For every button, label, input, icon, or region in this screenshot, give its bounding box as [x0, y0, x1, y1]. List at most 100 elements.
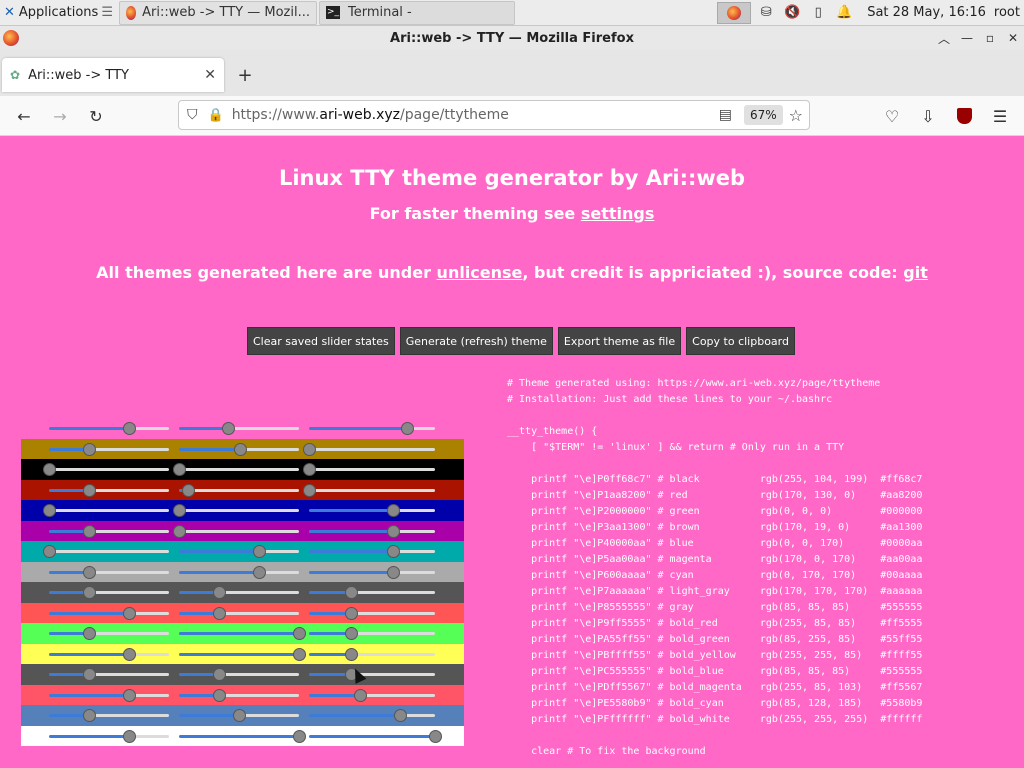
slider-knob-r[interactable] [123, 647, 136, 661]
slider-track-g[interactable] [179, 427, 299, 430]
slider-knob-b[interactable] [429, 729, 442, 743]
settings-link[interactable]: settings [581, 204, 655, 223]
slider-track-r[interactable] [49, 591, 169, 594]
slider-track-g[interactable] [179, 488, 299, 492]
taskbar-task-firefox[interactable]: Ari::web -> TTY — Mozil... [118, 0, 317, 25]
generate-theme-button[interactable]: Generate (refresh) theme [399, 327, 553, 355]
padlock-icon[interactable]: 🔒 [208, 108, 224, 123]
forward-arrow-icon[interactable]: → [48, 104, 72, 128]
slider-track-r[interactable] [49, 611, 169, 615]
url-text[interactable]: https://www.ari-web.xyz/page/ttytheme [232, 107, 719, 123]
slider-knob-r[interactable] [123, 422, 136, 435]
slider-knob-g[interactable] [213, 586, 226, 599]
bookmark-star-icon[interactable]: ☆ [789, 106, 803, 125]
slider-knob-r[interactable] [83, 442, 96, 456]
downloads-icon[interactable]: ⇩ [916, 104, 940, 128]
slider-track-b[interactable] [309, 673, 435, 676]
notification-bell-icon[interactable]: 🔔 [833, 2, 855, 24]
slider-track-g[interactable] [179, 570, 299, 574]
slider-knob-g[interactable] [233, 709, 247, 722]
tab-close-icon[interactable]: ✕ [204, 67, 216, 83]
slider-track-r[interactable] [49, 550, 169, 553]
hamburger-menu-icon[interactable]: ☰ [988, 104, 1012, 128]
new-tab-icon[interactable]: + [234, 64, 256, 86]
slider-knob-b[interactable] [345, 586, 358, 599]
tab-ari-web-tty[interactable]: ✿ Ari::web -> TTY ✕ [2, 58, 224, 92]
slider-knob-r[interactable] [83, 709, 96, 722]
slider-knob-b[interactable] [387, 545, 400, 558]
unlicense-link[interactable]: unlicense [437, 263, 523, 282]
slider-track-g[interactable] [179, 529, 299, 533]
git-link[interactable]: git [903, 263, 928, 282]
slider-track-r[interactable] [49, 652, 169, 656]
pocket-icon[interactable]: ♡ [880, 104, 904, 128]
slider-knob-r[interactable] [43, 463, 56, 476]
slider-track-b[interactable] [309, 529, 435, 533]
slider-track-r[interactable] [49, 570, 169, 574]
slider-knob-r[interactable] [43, 545, 56, 558]
slider-knob-b[interactable] [394, 709, 408, 722]
slider-track-g[interactable] [179, 509, 299, 512]
slider-knob-g[interactable] [293, 627, 306, 640]
slider-track-r[interactable] [49, 488, 169, 492]
slider-track-b[interactable] [309, 509, 435, 512]
slider-track-g[interactable] [179, 652, 299, 656]
slider-knob-b[interactable] [387, 524, 400, 538]
window-titlebar[interactable]: Ari::web -> TTY — Mozilla Firefox ︿ — ▫ … [0, 26, 1024, 50]
back-arrow-icon[interactable]: ← [12, 104, 36, 128]
ublock-shield-icon[interactable] [952, 104, 976, 128]
slider-track-b[interactable] [309, 693, 435, 697]
slider-knob-b[interactable] [401, 422, 415, 435]
slider-knob-r[interactable] [123, 606, 136, 620]
slider-knob-b[interactable] [345, 647, 358, 661]
url-bar[interactable]: ⛉ 🔒 https://www.ari-web.xyz/page/ttythem… [178, 100, 810, 130]
slider-knob-r[interactable] [83, 586, 96, 599]
slider-track-g[interactable] [179, 693, 299, 697]
slider-knob-g[interactable] [234, 442, 248, 456]
slider-track-r[interactable] [49, 714, 169, 717]
slider-track-g[interactable] [179, 632, 299, 635]
slider-track-b[interactable] [309, 591, 435, 594]
slider-knob-r[interactable] [83, 668, 96, 681]
slider-knob-b[interactable] [303, 483, 316, 497]
slider-knob-g[interactable] [293, 647, 306, 661]
slider-track-r[interactable] [49, 468, 169, 471]
slider-track-b[interactable] [309, 468, 435, 471]
slider-track-g[interactable] [179, 591, 299, 594]
slider-knob-r[interactable] [123, 729, 136, 743]
copy-clipboard-button[interactable]: Copy to clipboard [686, 327, 795, 355]
battery-icon[interactable]: ▯ [807, 2, 829, 24]
slider-knob-b[interactable] [345, 606, 358, 620]
slider-track-r[interactable] [49, 734, 169, 738]
user-label[interactable]: root [994, 5, 1020, 20]
slider-knob-b[interactable] [387, 565, 400, 579]
slider-track-g[interactable] [179, 734, 299, 738]
slider-track-r[interactable] [49, 427, 169, 430]
reload-icon[interactable]: ↻ [84, 104, 108, 128]
slider-track-b[interactable] [309, 734, 435, 738]
slider-track-r[interactable] [49, 693, 169, 697]
slider-track-b[interactable] [309, 427, 435, 430]
slider-track-b[interactable] [309, 488, 435, 492]
slider-knob-b[interactable] [353, 688, 367, 702]
slider-track-b[interactable] [309, 570, 435, 574]
slider-knob-g[interactable] [213, 606, 226, 620]
taskbar-task-terminal[interactable]: >_ Terminal - [318, 0, 515, 25]
window-minimize-icon[interactable]: — [957, 28, 977, 48]
slider-knob-g[interactable] [181, 483, 195, 497]
slider-knob-g[interactable] [173, 524, 186, 538]
slider-knob-r[interactable] [83, 483, 96, 497]
slider-knob-g[interactable] [213, 668, 226, 681]
slider-knob-r[interactable] [83, 565, 96, 579]
slider-knob-g[interactable] [173, 463, 186, 476]
slider-knob-g[interactable] [253, 545, 266, 558]
slider-track-r[interactable] [49, 509, 169, 512]
slider-knob-b[interactable] [345, 627, 358, 640]
slider-track-b[interactable] [309, 611, 435, 615]
slider-track-b[interactable] [309, 714, 435, 717]
slider-track-g[interactable] [179, 550, 299, 553]
network-icon[interactable]: ⛁ [755, 2, 777, 24]
slider-track-b[interactable] [309, 632, 435, 635]
slider-knob-g[interactable] [221, 422, 235, 435]
slider-track-r[interactable] [49, 447, 169, 451]
